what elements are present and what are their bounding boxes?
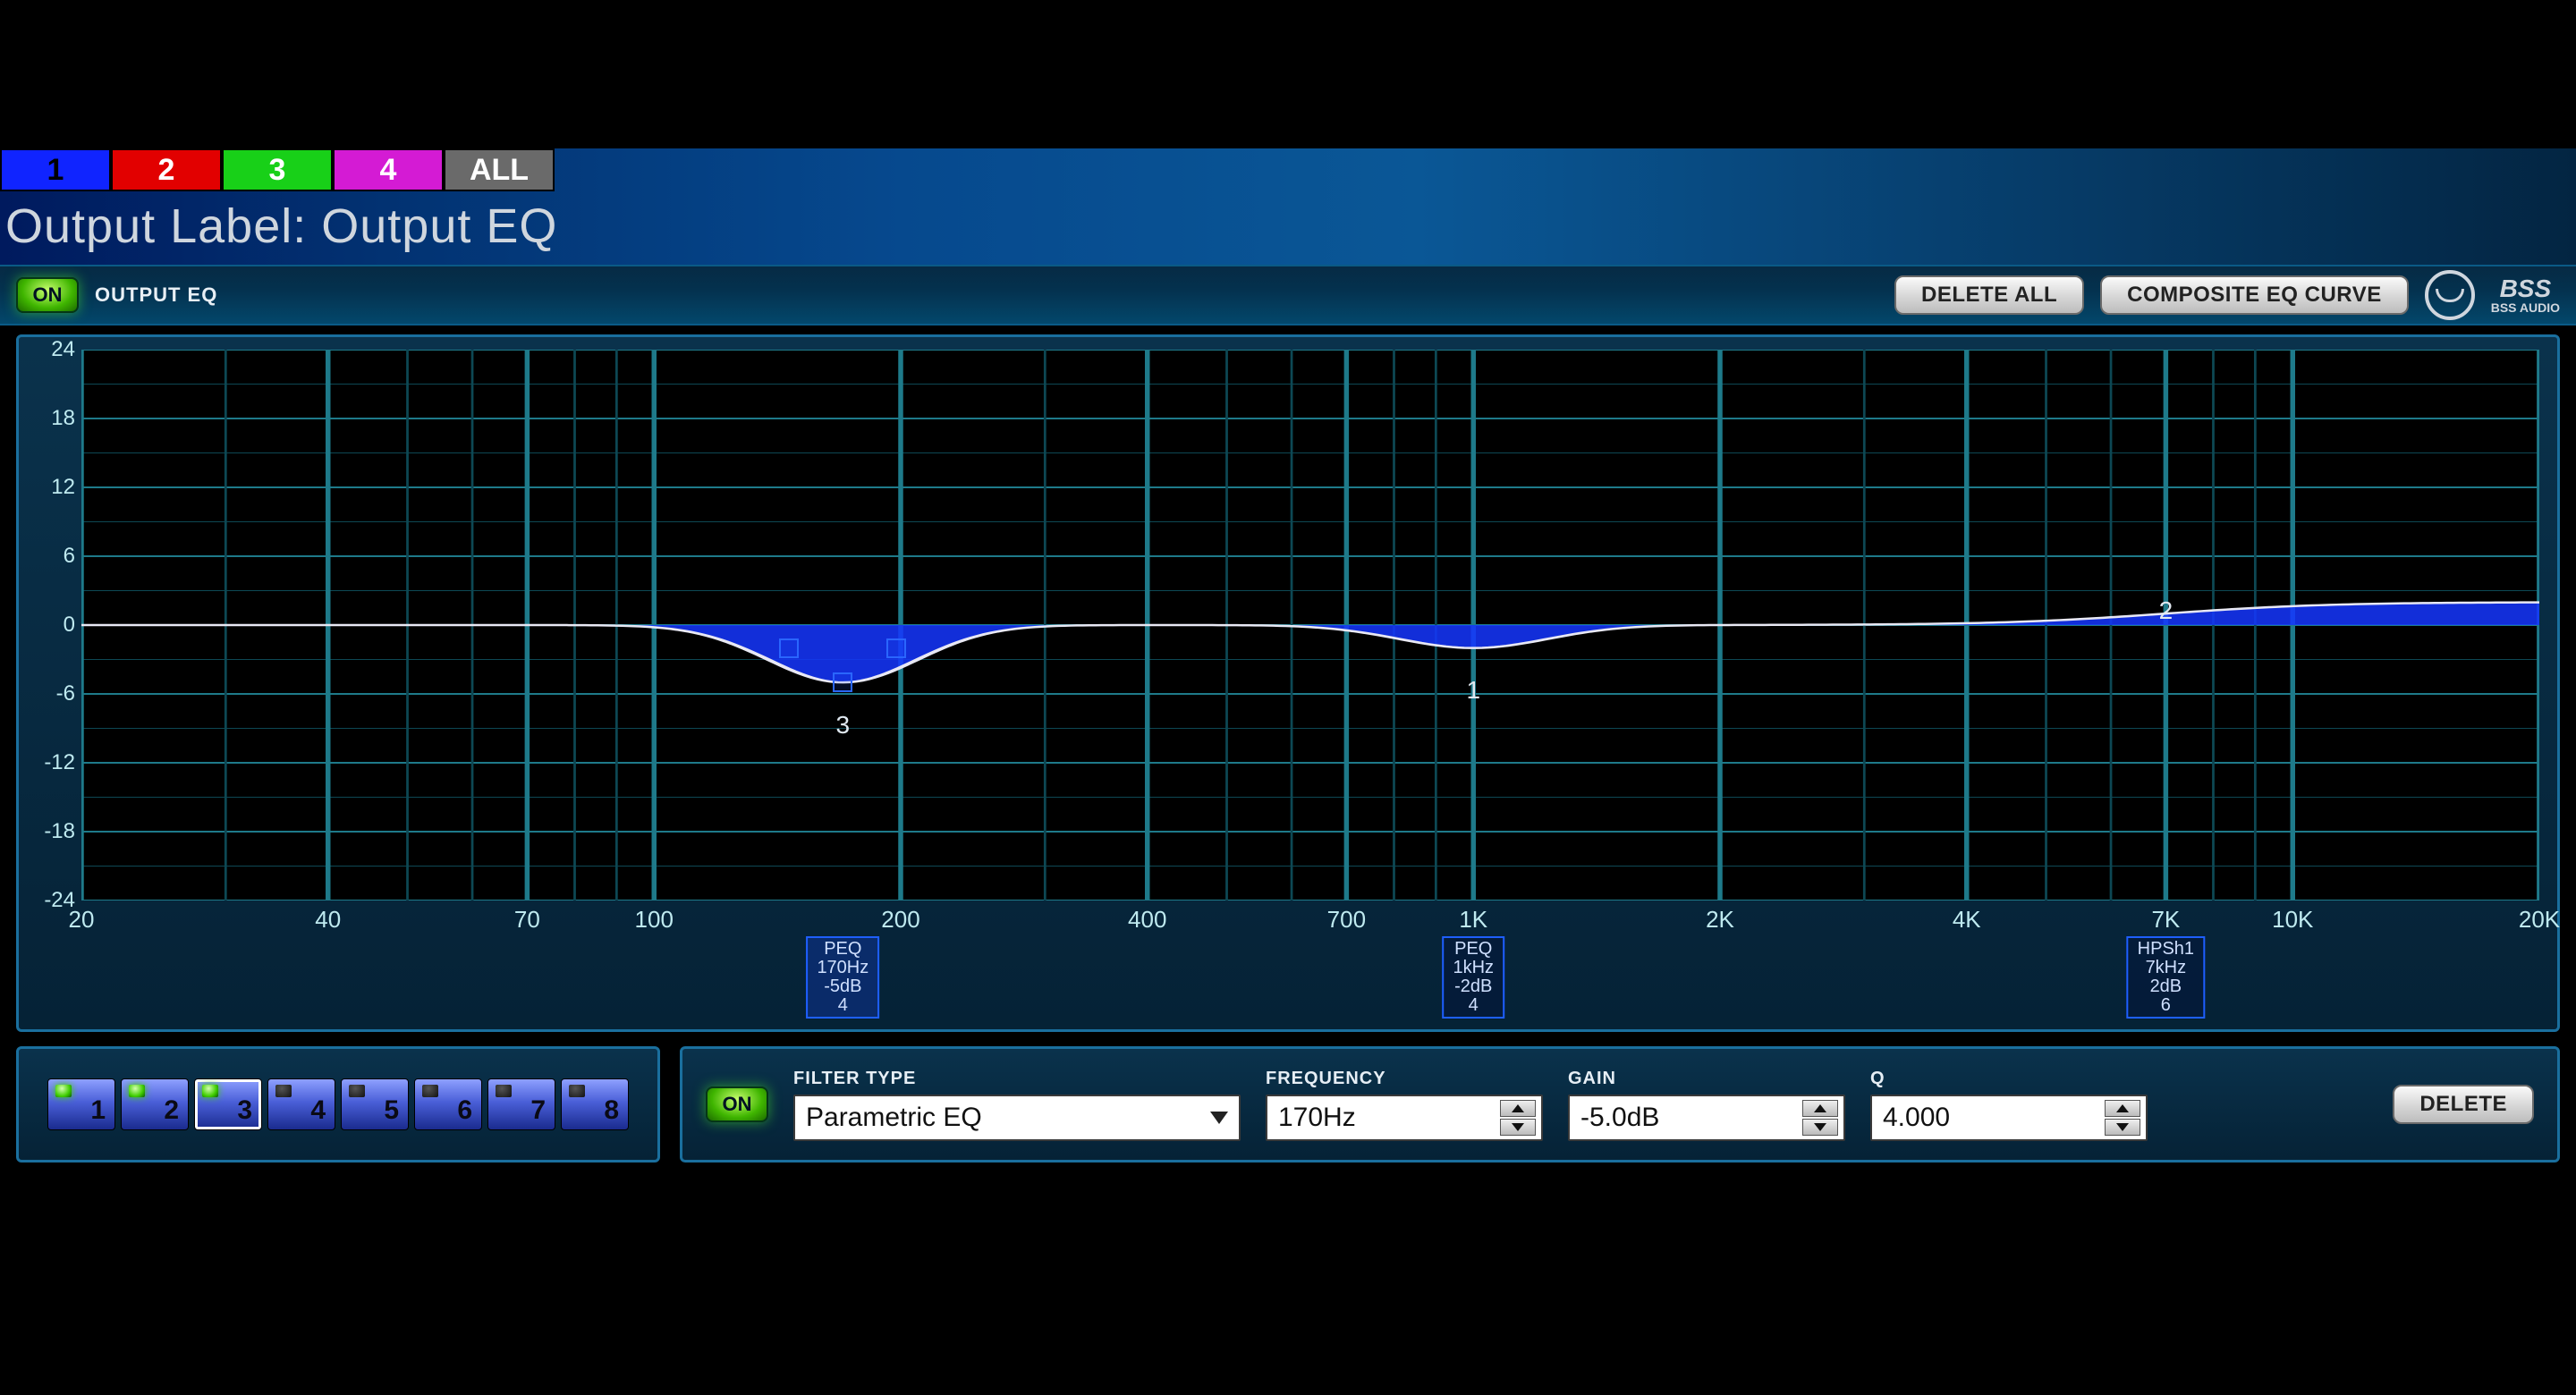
curve-node-label: 3 [836,711,851,740]
channel-tab-3[interactable]: 3 [222,148,333,191]
delete-filter-button[interactable]: DELETE [2393,1085,2534,1124]
bank-slot-3[interactable]: 3 [194,1078,262,1130]
x-tick-label: 10K [2272,906,2313,934]
eq-on-toggle[interactable]: ON [16,277,79,313]
frequency-step-up[interactable] [1500,1100,1536,1117]
filter-handle[interactable] [833,672,852,692]
x-tick-label: 400 [1128,906,1166,934]
frequency-step-down[interactable] [1500,1119,1536,1136]
y-tick-label: -12 [26,750,75,775]
y-tick-label: -6 [26,681,75,706]
bank-led-icon [569,1085,585,1097]
bank-led-icon [129,1085,145,1097]
page-title: Output Label: Output EQ [5,199,557,254]
q-step-up[interactable] [2105,1100,2140,1117]
q-step-down[interactable] [2105,1119,2140,1136]
x-tick-label: 7K [2151,906,2180,934]
eq-graph[interactable] [81,350,2539,900]
channel-tab-all[interactable]: ALL [444,148,555,191]
x-tick-label: 100 [635,906,674,934]
x-tick-label: 1K [1459,906,1487,934]
gain-label: GAIN [1568,1069,1845,1089]
gain-input[interactable]: -5.0dB [1568,1095,1845,1141]
x-tick-label: 700 [1327,906,1366,934]
gain-step-down[interactable] [1802,1119,1838,1136]
x-tick-label: 70 [514,906,540,934]
curve-node-label: 2 [2159,596,2174,625]
frequency-input[interactable]: 170Hz [1266,1095,1543,1141]
eq-toolbar: ON OUTPUT EQ DELETE ALL COMPOSITE EQ CUR… [0,265,2576,326]
filter-type-label: FILTER TYPE [793,1069,1241,1089]
delete-all-button[interactable]: DELETE ALL [1894,275,2084,315]
filter-bank: 12345678 [16,1046,660,1162]
y-tick-label: 0 [26,613,75,638]
bank-led-icon [496,1085,512,1097]
y-tick-label: 18 [26,406,75,431]
x-tick-label: 2K [1706,906,1734,934]
x-tick-label: 20 [69,906,95,934]
bank-led-icon [422,1085,438,1097]
bank-led-icon [202,1085,218,1097]
y-tick-label: -18 [26,819,75,844]
filter-tag-3[interactable]: PEQ170Hz-5dB4 [806,936,879,1019]
x-tick-label: 4K [1953,906,1981,934]
channel-tabs: 1234ALL [0,148,555,191]
y-tick-label: 6 [26,544,75,569]
y-tick-label: 12 [26,475,75,500]
brand-text: BSS BSS AUDIO [2491,276,2560,314]
bank-slot-5[interactable]: 5 [341,1078,409,1130]
filter-on-toggle[interactable]: ON [706,1086,768,1122]
filter-handle[interactable] [886,638,906,658]
bank-slot-1[interactable]: 1 [47,1078,115,1130]
filter-tag-1[interactable]: PEQ1kHz-2dB4 [1442,936,1504,1019]
channel-tab-2[interactable]: 2 [111,148,222,191]
channel-tab-1[interactable]: 1 [0,148,111,191]
eq-graph-panel: 24181260-6-12-18-242040701002004007001K2… [16,334,2560,1032]
bank-led-icon [349,1085,365,1097]
frequency-label: FREQUENCY [1266,1069,1543,1089]
bank-slot-6[interactable]: 6 [414,1078,482,1130]
q-label: Q [1870,1069,2148,1089]
bank-slot-8[interactable]: 8 [561,1078,629,1130]
header-bar: 1234ALL Output Label: Output EQ [0,148,2576,265]
gain-step-up[interactable] [1802,1100,1838,1117]
section-label: OUTPUT EQ [95,283,217,307]
x-tick-label: 200 [881,906,919,934]
bank-slot-7[interactable]: 7 [487,1078,555,1130]
channel-tab-4[interactable]: 4 [333,148,444,191]
brand-logo-icon [2425,270,2475,320]
bank-slot-2[interactable]: 2 [121,1078,189,1130]
composite-eq-button[interactable]: COMPOSITE EQ CURVE [2100,275,2409,315]
filter-handle[interactable] [779,638,799,658]
filter-type-select[interactable]: Parametric EQ [793,1095,1241,1141]
filter-params-panel: ON FILTER TYPE Parametric EQ FREQUENCY 1… [680,1046,2560,1162]
bank-led-icon [55,1085,72,1097]
curve-node-label: 1 [1466,676,1480,705]
filter-tag-2[interactable]: HPSh17kHz2dB6 [2127,936,2205,1019]
y-tick-label: 24 [26,337,75,362]
x-tick-label: 20K [2519,906,2560,934]
q-input[interactable]: 4.000 [1870,1095,2148,1141]
x-tick-label: 40 [315,906,341,934]
bank-led-icon [275,1085,292,1097]
bank-slot-4[interactable]: 4 [267,1078,335,1130]
